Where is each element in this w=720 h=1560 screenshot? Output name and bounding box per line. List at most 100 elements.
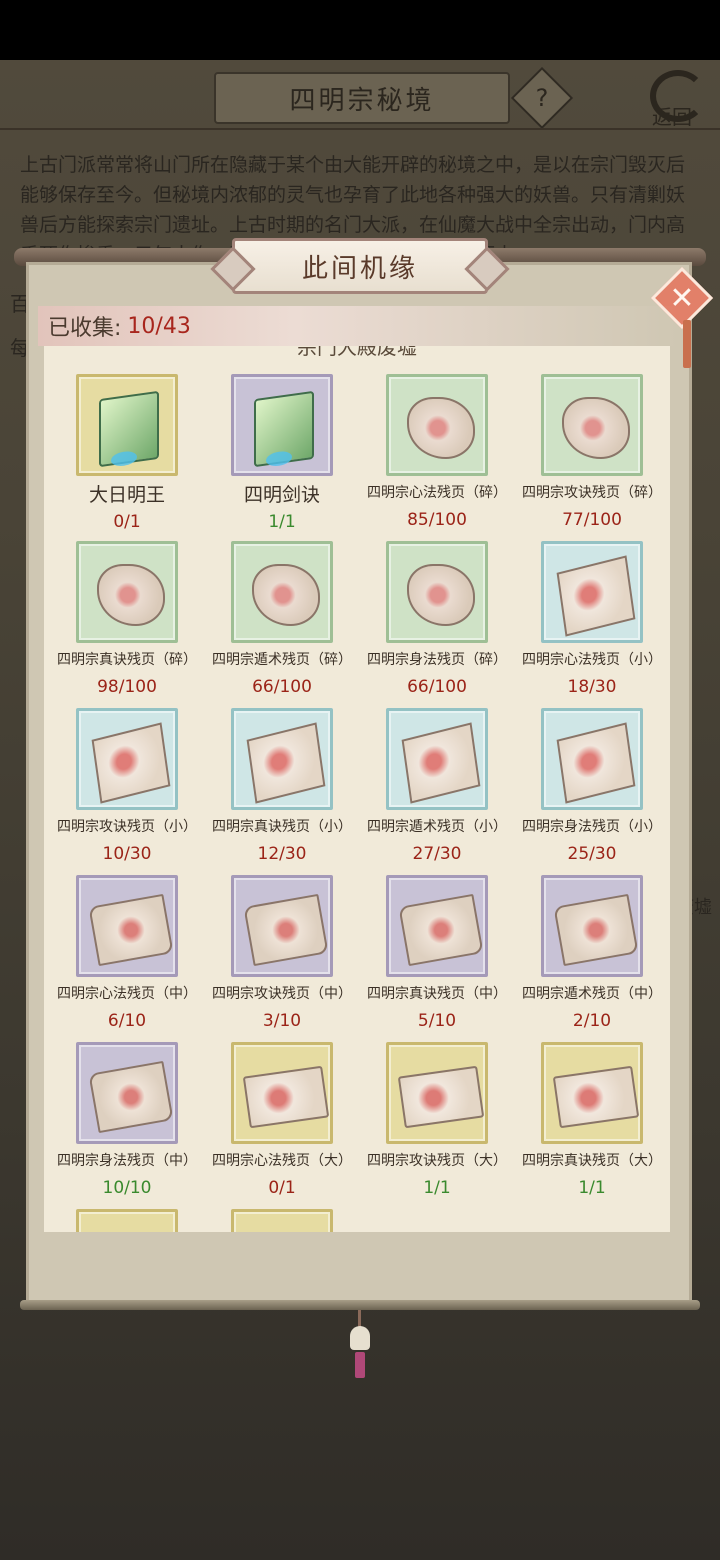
roll-icon — [88, 1060, 174, 1134]
item-frame — [76, 374, 178, 476]
item-count: 0/1 — [113, 512, 141, 532]
item-count: 66/100 — [407, 677, 467, 697]
item-count: 85/100 — [407, 510, 467, 530]
item-count: 3/10 — [262, 1011, 302, 1031]
item-count: 98/100 — [97, 677, 157, 697]
scrap-icon — [407, 564, 475, 626]
wide-icon — [552, 1065, 640, 1129]
page-icon — [556, 555, 636, 637]
item-name: 四明宗真诀残页（小） — [212, 819, 352, 835]
item-count: 25/30 — [567, 844, 617, 864]
item-count: 1/1 — [268, 512, 296, 532]
item-frame — [231, 541, 333, 643]
item-name: 四明宗心法残页（中） — [57, 986, 197, 1002]
item-name: 四明剑诀 — [243, 484, 320, 506]
item-card[interactable]: 四明宗遁术残页（小） 27/30 — [362, 708, 512, 868]
item-count: 1/1 — [423, 1178, 451, 1198]
item-name: 四明宗遁术残页（中） — [522, 986, 662, 1002]
item-frame — [386, 374, 488, 476]
item-frame — [541, 875, 643, 977]
bell-ornament — [346, 1310, 374, 1378]
item-card[interactable]: 四明宗真诀残页（小） 12/30 — [207, 708, 357, 868]
item-name: 四明宗身法残页（中） — [57, 1153, 197, 1169]
item-card[interactable]: 四明宗心法残页（中） 6/10 — [52, 875, 202, 1035]
item-count: 10/10 — [102, 1178, 152, 1198]
item-card[interactable]: 四明宗心法残页（大） 0/1 — [207, 1042, 357, 1202]
status-bar — [0, 0, 720, 60]
item-count: 2/10 — [572, 1011, 612, 1031]
items-scroll-area[interactable]: 宗门大殿废墟 大日明王 0/1 四明剑诀 1/1 四明宗心法残页（碎） 85/100 四明宗… — [44, 346, 670, 1232]
scrap-icon — [252, 564, 320, 626]
item-name: 大日明王 — [88, 484, 165, 506]
item-name: 四明宗遁术残页（碎） — [212, 652, 352, 668]
item-card[interactable]: 四明宗真诀残页（大） 1/1 — [517, 1042, 667, 1202]
page-icon — [91, 722, 171, 804]
wide-icon — [397, 1065, 485, 1129]
item-frame — [231, 1209, 333, 1232]
item-name: 四明宗遁术残页（小） — [367, 819, 507, 835]
item-card[interactable]: 四明宗真诀残页（碎） 98/100 — [52, 541, 202, 701]
roll-icon — [398, 893, 484, 967]
item-name: 四明宗身法残页（小） — [522, 819, 662, 835]
item-card[interactable]: 四明宗遁术残页（碎） 66/100 — [207, 541, 357, 701]
item-card[interactable]: 四明宗身法残页（碎） 66/100 — [362, 541, 512, 701]
item-name: 四明宗攻诀残页（碎） — [522, 485, 662, 501]
item-card[interactable]: 四明宗心法残页（小） 18/30 — [517, 541, 667, 701]
item-count: 1/1 — [578, 1178, 606, 1198]
collected-count: 10/43 — [127, 313, 191, 339]
roll-icon — [243, 893, 329, 967]
item-name: 四明宗攻诀残页（大） — [367, 1153, 507, 1169]
roll-icon — [553, 893, 639, 967]
item-card[interactable] — [207, 1209, 357, 1232]
help-icon: ? — [535, 84, 549, 112]
item-card[interactable]: 四明宗身法残页（小） 25/30 — [517, 708, 667, 868]
item-name: 四明宗心法残页（大） — [212, 1153, 352, 1169]
item-name: 四明宗攻诀残页（中） — [212, 986, 352, 1002]
item-frame — [76, 875, 178, 977]
item-frame — [231, 875, 333, 977]
collected-bar: 已收集: 10/43 — [38, 306, 678, 346]
item-frame — [541, 374, 643, 476]
item-frame — [386, 875, 488, 977]
item-count: 18/30 — [567, 677, 617, 697]
item-card[interactable]: 四明宗攻诀残页（碎） 77/100 — [517, 374, 667, 534]
item-name: 四明宗心法残页（小） — [522, 652, 662, 668]
item-frame — [76, 1042, 178, 1144]
item-card[interactable]: 四明宗心法残页（碎） 85/100 — [362, 374, 512, 534]
item-name: 四明宗真诀残页（中） — [367, 986, 507, 1002]
item-card[interactable]: 大日明王 0/1 — [52, 374, 202, 534]
item-count: 66/100 — [252, 677, 312, 697]
collected-label: 已收集: — [48, 316, 122, 341]
item-name: 四明宗攻诀残页（小） — [57, 819, 197, 835]
scrap-icon — [407, 397, 475, 459]
item-name: 四明宗身法残页（碎） — [367, 652, 507, 668]
divider — [0, 128, 720, 130]
item-count: 5/10 — [417, 1011, 457, 1031]
item-frame — [76, 1209, 178, 1232]
item-frame — [231, 1042, 333, 1144]
item-card[interactable]: 四明宗攻诀残页（中） 3/10 — [207, 875, 357, 1035]
scrap-icon — [562, 397, 630, 459]
item-card[interactable]: 四明剑诀 1/1 — [207, 374, 357, 534]
back-button[interactable]: 返回 — [640, 66, 706, 130]
items-grid: 大日明王 0/1 四明剑诀 1/1 四明宗心法残页（碎） 85/100 四明宗攻诀残页（碎）… — [44, 346, 670, 1232]
scrap-icon — [97, 564, 165, 626]
item-name: 四明宗真诀残页（大） — [522, 1153, 662, 1169]
item-count: 77/100 — [562, 510, 622, 530]
item-frame — [76, 541, 178, 643]
roll-icon — [88, 893, 174, 967]
item-card[interactable]: 四明宗攻诀残页（大） 1/1 — [362, 1042, 512, 1202]
item-card[interactable]: 四明宗真诀残页（中） 5/10 — [362, 875, 512, 1035]
item-card[interactable]: 四明宗遁术残页（中） 2/10 — [517, 875, 667, 1035]
item-frame — [386, 708, 488, 810]
book-icon — [99, 390, 159, 468]
panel-title: 此间机缘 — [232, 238, 488, 294]
wide-icon — [242, 1065, 330, 1129]
book-icon — [254, 390, 314, 468]
item-card[interactable]: 四明宗身法残页（中） 10/10 — [52, 1042, 202, 1202]
item-count: 6/10 — [107, 1011, 147, 1031]
item-frame — [76, 708, 178, 810]
item-card[interactable] — [52, 1209, 202, 1232]
scroll-bottom-rod — [20, 1300, 700, 1310]
item-card[interactable]: 四明宗攻诀残页（小） 10/30 — [52, 708, 202, 868]
